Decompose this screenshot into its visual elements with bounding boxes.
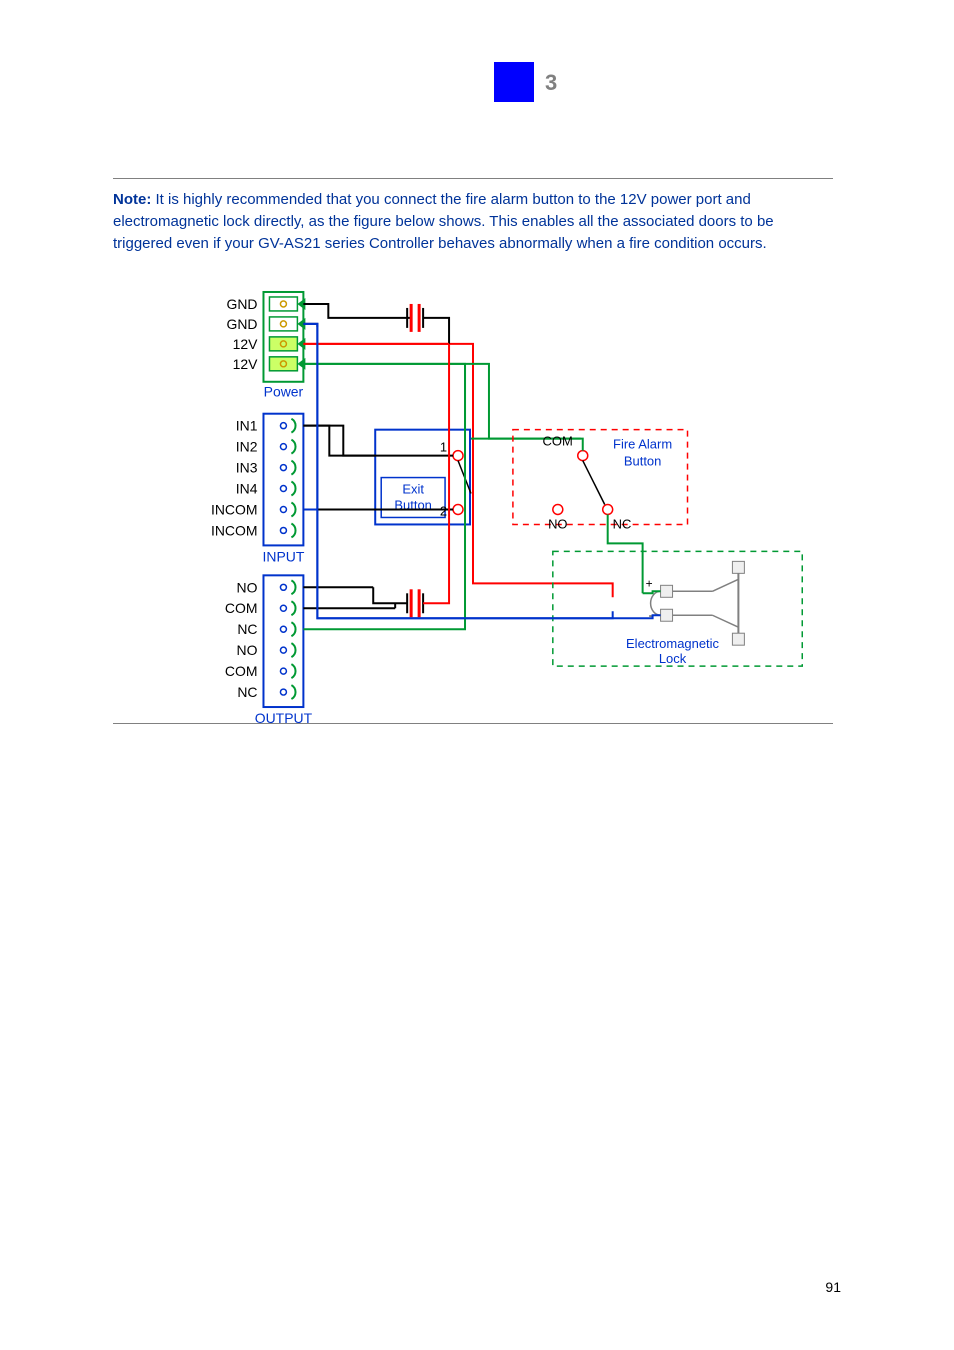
input-pin-in4: IN4 xyxy=(236,481,258,497)
input-pin-in1: IN1 xyxy=(236,418,258,434)
fire-alarm-label-bottom: Button xyxy=(624,454,662,469)
input-label: INPUT xyxy=(262,548,304,564)
lock-plus: + xyxy=(646,576,653,590)
wiring-diagram: GND GND 12V 12V Power IN1 IN2 IN3 IN4 IN… xyxy=(113,284,833,724)
header-square xyxy=(494,62,534,102)
note-body: It is highly recommended that you connec… xyxy=(113,191,774,252)
output-pin-nc2: NC xyxy=(237,684,257,700)
output-pin-com1: COM xyxy=(225,600,258,616)
fire-alarm-nc: NC xyxy=(613,516,632,531)
header-chapter-number: 3 xyxy=(545,70,557,96)
output-pin-com2: COM xyxy=(225,663,258,679)
note-block: Note: It is highly recommended that you … xyxy=(113,178,833,255)
power-label: Power xyxy=(264,384,304,400)
note-label: Note: xyxy=(113,191,151,208)
power-pin-gnd2: GND xyxy=(226,316,257,332)
input-pin-in3: IN3 xyxy=(236,460,258,476)
input-pin-in2: IN2 xyxy=(236,439,258,455)
output-pin-no2: NO xyxy=(237,642,258,658)
output-label: OUTPUT xyxy=(255,710,313,723)
output-pin-no1: NO xyxy=(237,579,258,595)
input-pin-incom2: INCOM xyxy=(211,522,258,538)
lock-label-top: Electromagnetic xyxy=(626,636,720,651)
input-pin-incom1: INCOM xyxy=(211,501,258,517)
exit-button-node-1: 1 xyxy=(440,440,447,455)
power-pin-12v2: 12V xyxy=(233,356,259,372)
fire-alarm-com: COM xyxy=(543,434,573,449)
lock-label-bottom: Lock xyxy=(659,651,687,666)
exit-button-node-2: 2 xyxy=(440,503,447,518)
page-number: 91 xyxy=(825,1279,841,1295)
output-pin-nc1: NC xyxy=(237,621,257,637)
power-pin-12v1: 12V xyxy=(233,336,259,352)
exit-button-label-top: Exit xyxy=(402,482,424,497)
fire-alarm-label-top: Fire Alarm xyxy=(613,437,672,452)
fire-alarm-no: NO xyxy=(548,516,567,531)
power-pin-gnd1: GND xyxy=(226,296,257,312)
